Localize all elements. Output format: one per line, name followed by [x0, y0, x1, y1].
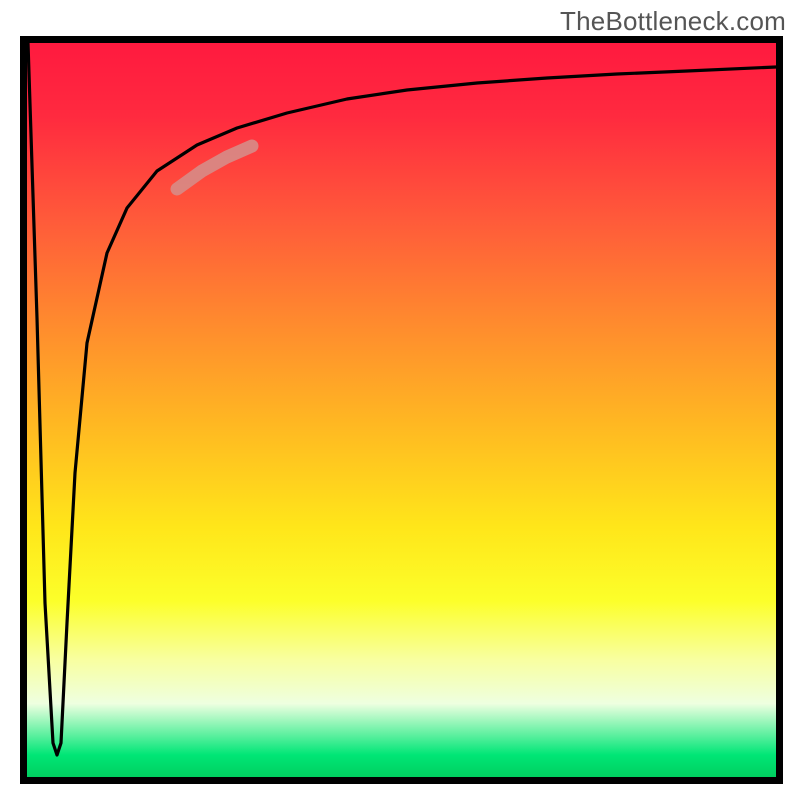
highlight-segment [177, 146, 252, 189]
watermark-text: TheBottleneck.com [560, 6, 786, 37]
plot-area [20, 36, 783, 784]
curve-path [28, 43, 776, 755]
chart-container: TheBottleneck.com [0, 0, 800, 800]
bottleneck-curve [27, 43, 776, 777]
